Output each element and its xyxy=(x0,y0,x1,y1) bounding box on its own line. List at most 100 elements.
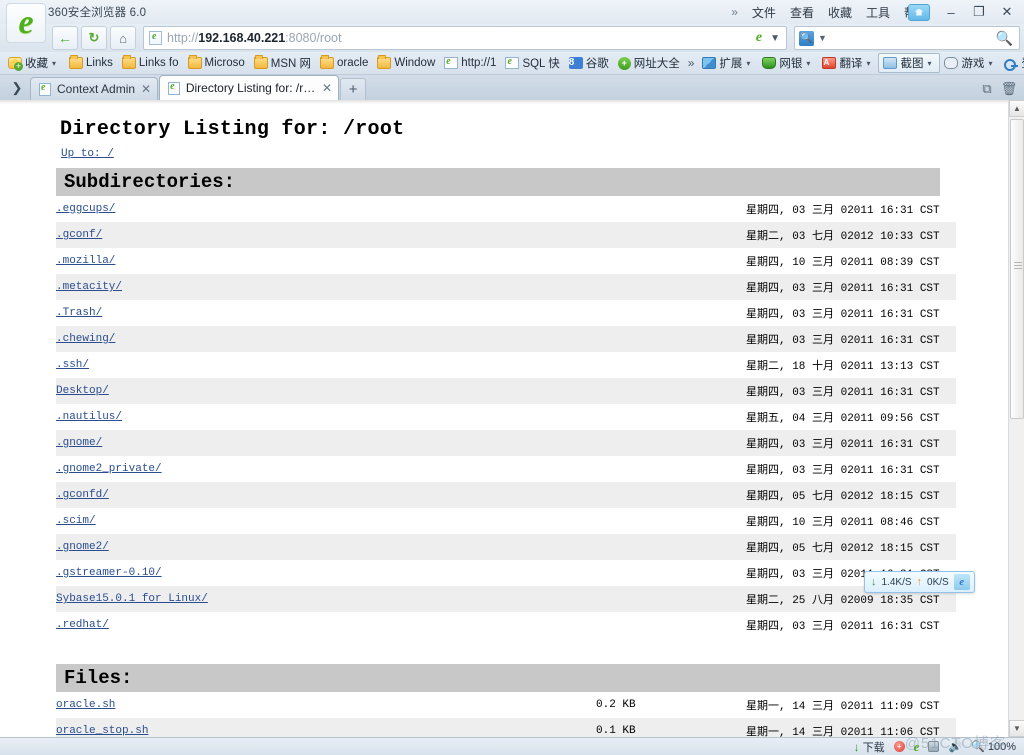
toolbar-screenshot[interactable]: 截图 ▾ xyxy=(878,53,941,73)
address-bar[interactable]: http://192.168.40.221:8080/root e ▼ xyxy=(143,26,787,50)
subdirectory-link[interactable]: .metacity/ xyxy=(56,281,122,293)
scroll-up-button[interactable]: ▲ xyxy=(1009,100,1024,117)
skin-icon[interactable] xyxy=(908,3,930,21)
size-cell xyxy=(596,612,746,638)
bookmarks-overflow-icon[interactable]: » xyxy=(685,56,698,70)
table-row: .gconfd/星期四, 05 七月 02012 18:15 CST xyxy=(56,482,956,508)
menu-bar: » 文件 查看 收藏 工具 帮助 xyxy=(731,0,928,24)
subdirectory-link[interactable]: .mozilla/ xyxy=(56,255,115,267)
chevron-down-icon[interactable]: ▾ xyxy=(926,59,935,68)
restore-tab-icon[interactable]: ⧉ xyxy=(978,80,996,98)
vertical-scrollbar[interactable]: ▲ ▼ xyxy=(1008,100,1024,737)
date-cell: 星期一, 14 三月 02011 11:09 CST xyxy=(746,701,940,713)
scrollbar-thumb[interactable] xyxy=(1010,119,1024,419)
toolbar-extensions[interactable]: 扩展 ▾ xyxy=(698,54,758,72)
chevron-down-icon[interactable]: ▼ xyxy=(818,33,827,43)
subdirectory-name-cell: .scim/ xyxy=(56,508,596,534)
chevron-down-icon[interactable]: ▾ xyxy=(51,59,60,68)
subdirectory-link[interactable]: .eggcups/ xyxy=(56,203,115,215)
table-row: .nautilus/星期五, 04 三月 02011 09:56 CST xyxy=(56,404,956,430)
url-host: 192.168.40.221 xyxy=(198,31,286,45)
maximize-button[interactable]: ❐ xyxy=(966,2,992,22)
search-bar[interactable]: 🔍 ▼ 🔍 xyxy=(794,26,1020,50)
minimize-button[interactable]: – xyxy=(938,2,964,22)
subdirectory-link[interactable]: Desktop/ xyxy=(56,385,109,397)
subdirectory-link[interactable]: .gnome2_private/ xyxy=(56,463,162,475)
toolbar-games[interactable]: 游戏 ▾ xyxy=(940,54,1000,72)
subdirectory-link[interactable]: Sybase15.0.1 for Linux/ xyxy=(56,593,208,605)
up-to-link[interactable]: Up to: / xyxy=(61,148,114,160)
downloads-status[interactable]: ↓ 下载 xyxy=(854,739,885,755)
tab-scroll-icon[interactable]: ❯ xyxy=(4,76,30,100)
home-button[interactable]: ⌂ xyxy=(110,26,136,50)
bookmark-label: Window xyxy=(394,57,436,69)
table-row: .chewing/星期四, 03 三月 02011 16:31 CST xyxy=(56,326,956,352)
menu-item-favorites[interactable]: 收藏 xyxy=(828,4,852,21)
browser-e-icon[interactable]: e xyxy=(914,739,920,755)
speaker-icon[interactable]: 🔊 xyxy=(948,740,962,753)
bookmark-msn[interactable]: MSN 网 xyxy=(250,54,315,72)
subdirectory-link[interactable]: .Trash/ xyxy=(56,307,102,319)
chevron-down-icon[interactable]: ▾ xyxy=(805,59,814,68)
page-title: Directory Listing for: /root xyxy=(60,118,405,141)
ie-core-icon[interactable]: e xyxy=(756,30,762,46)
subdirectory-link[interactable]: .gconf/ xyxy=(56,229,102,241)
tab-directory-listing[interactable]: Directory Listing for: /root ✕ xyxy=(159,75,340,100)
toolbar-online-bank[interactable]: 网银 ▾ xyxy=(758,54,818,72)
bookmark-oracle[interactable]: oracle xyxy=(316,55,372,70)
back-button[interactable]: ← xyxy=(52,26,78,50)
tab-context-admin[interactable]: Context Admin ✕ xyxy=(30,77,159,100)
close-icon[interactable]: ✕ xyxy=(322,81,332,95)
date-cell: 星期四, 03 三月 02011 16:31 CST xyxy=(746,309,940,321)
arrow-down-icon: ↓ xyxy=(871,576,877,588)
bookmark-http1[interactable]: http://1 xyxy=(440,56,500,70)
scroll-down-button[interactable]: ▼ xyxy=(1009,720,1024,737)
folder-icon xyxy=(320,55,335,69)
subdirectory-link[interactable]: .gnome2/ xyxy=(56,541,109,553)
search-icon[interactable]: 🔍 xyxy=(996,30,1015,47)
close-icon[interactable]: ✕ xyxy=(141,82,151,96)
search-engine-icon[interactable]: 🔍 xyxy=(799,30,814,46)
menu-overflow-icon[interactable]: » xyxy=(731,5,738,19)
zoom-status[interactable]: 🔍 100% xyxy=(971,740,1016,754)
browser-e-icon[interactable]: e xyxy=(953,574,970,590)
chevron-down-icon[interactable]: ▼ xyxy=(767,33,783,44)
trash-icon[interactable]: 🗑 xyxy=(1000,80,1018,98)
search-input[interactable] xyxy=(830,30,992,46)
bookmark-microso[interactable]: Microso xyxy=(184,55,249,70)
subdirectory-link[interactable]: .gconfd/ xyxy=(56,489,109,501)
toolbar-login-manager[interactable]: 登录管家 xyxy=(1000,54,1024,72)
menu-item-file[interactable]: 文件 xyxy=(752,4,776,21)
bookmark-google[interactable]: 8 谷歌 xyxy=(565,54,613,72)
bookmark-favorites[interactable]: 收藏 ▾ xyxy=(4,54,64,72)
chevron-down-icon[interactable]: ▾ xyxy=(865,59,874,68)
new-tab-button[interactable]: + xyxy=(340,78,367,100)
menu-item-tools[interactable]: 工具 xyxy=(866,4,890,21)
menu-item-view[interactable]: 查看 xyxy=(790,4,814,21)
subdirectory-link[interactable]: .chewing/ xyxy=(56,333,115,345)
close-button[interactable]: ✕ xyxy=(994,2,1020,22)
toolbar-translate[interactable]: A 翻译 ▾ xyxy=(818,54,878,72)
bookmark-links[interactable]: Links xyxy=(65,55,117,70)
subdirectory-link[interactable]: .redhat/ xyxy=(56,619,109,631)
file-link[interactable]: oracle.sh xyxy=(56,699,115,711)
file-link[interactable]: oracle_stop.sh xyxy=(56,725,148,737)
subdirectory-link[interactable]: .nautilus/ xyxy=(56,411,122,423)
subdirectory-name-cell: .gnome2/ xyxy=(56,534,596,560)
notification-icon[interactable]: + xyxy=(893,741,905,752)
bookmark-window[interactable]: Window xyxy=(373,55,439,70)
table-row: oracle.sh 0.2 KB 星期一, 14 三月 02011 11:09 CS… xyxy=(56,692,956,718)
subdirectory-link[interactable]: .ssh/ xyxy=(56,359,89,371)
chevron-down-icon[interactable]: ▾ xyxy=(987,59,996,68)
security-lock-icon[interactable] xyxy=(928,741,940,752)
bookmark-sql[interactable]: SQL 快 xyxy=(501,54,563,72)
subdirectory-link[interactable]: .scim/ xyxy=(56,515,96,527)
capture-icon xyxy=(883,57,898,69)
network-speed-widget[interactable]: ↓ 1.4K/S ↑ 0K/S e xyxy=(864,571,975,593)
reload-button[interactable]: ↻ xyxy=(81,26,107,50)
subdirectory-link[interactable]: .gnome/ xyxy=(56,437,102,449)
bookmark-links-fo[interactable]: Links fo xyxy=(118,55,183,70)
bookmark-hao[interactable]: + 网址大全 xyxy=(614,54,684,72)
chevron-down-icon[interactable]: ▾ xyxy=(745,59,754,68)
subdirectory-link[interactable]: .gstreamer-0.10/ xyxy=(56,567,162,579)
